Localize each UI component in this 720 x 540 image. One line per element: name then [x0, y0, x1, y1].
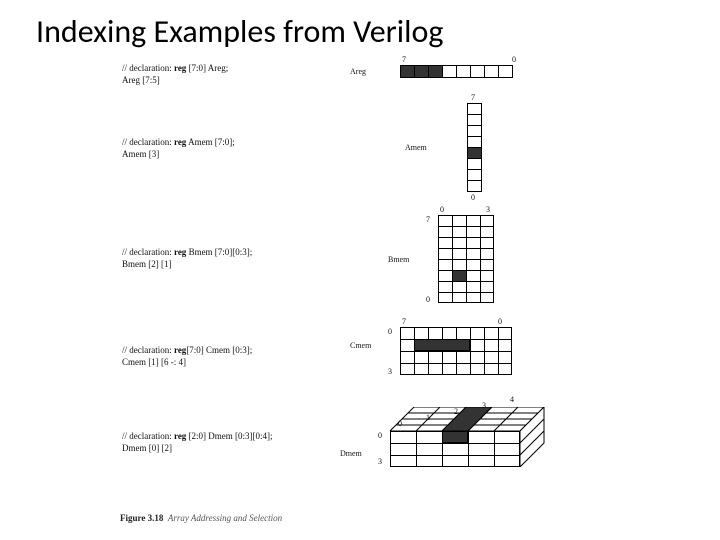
tick-label: 0 [440, 205, 444, 214]
gridline [416, 431, 417, 467]
bit-cell [456, 65, 471, 78]
gridline [438, 248, 494, 249]
bit-cell [484, 65, 499, 78]
cube-side [520, 407, 550, 467]
decl-dmem: // declaration: reg [2:0] Dmem [0:3][0:4… [122, 431, 273, 454]
content-area: // declaration: reg [7:0] Areg; Areg [7:… [0, 57, 720, 527]
tick-label: 3 [388, 367, 392, 376]
bit-cell [470, 65, 485, 78]
gridline [438, 226, 494, 227]
decl-bmem: // declaration: reg Bmem [7:0][0:3]; Bme… [122, 247, 252, 270]
bit-cell [428, 65, 443, 78]
tick-label: 4 [510, 395, 514, 404]
tick-label: 0 [426, 295, 430, 304]
tick-label: 0 [398, 419, 402, 428]
tick-label: 7 [402, 317, 406, 326]
tick-label: 0 [471, 193, 475, 202]
tick-label: 7 [471, 93, 475, 102]
var-name: Cmem [350, 341, 371, 350]
gridline [494, 431, 495, 467]
tick-label: 7 [426, 215, 430, 224]
decl-amem: // declaration: reg Amem [7:0]; Amem [3] [122, 137, 235, 160]
var-name: Bmem [388, 255, 409, 264]
mem-cell [467, 180, 482, 192]
figure-caption: Figure 3.18 Array Addressing and Selecti… [120, 513, 282, 523]
decl-cmem: // declaration: reg[7:0] Cmem [0:3]; Cme… [122, 345, 252, 368]
tick-label: 2 [454, 407, 458, 416]
gridline [400, 363, 512, 364]
gridline [438, 259, 494, 260]
tick-label: 0 [512, 55, 516, 64]
gridline [468, 431, 469, 467]
tick-label: 0 [498, 317, 502, 326]
gridline [400, 351, 512, 352]
mem-cell-selected-top [442, 407, 494, 433]
bit-cell [498, 65, 513, 78]
gridline [438, 292, 494, 293]
mem-slice-selected [414, 339, 470, 351]
bit-cell [414, 65, 429, 78]
page-title: Indexing Examples from Verilog [0, 0, 720, 57]
tick-label: 3 [486, 205, 490, 214]
bit-cell [400, 65, 415, 78]
tick-label: 0 [388, 327, 392, 336]
mem-cell-selected [452, 270, 467, 282]
tick-label: 0 [378, 431, 382, 440]
tick-label: 3 [378, 457, 382, 466]
var-name: Dmem [340, 449, 362, 458]
var-name: Areg [350, 67, 366, 76]
tick-label: 3 [482, 401, 486, 410]
gridline [438, 237, 494, 238]
tick-label: 7 [402, 55, 406, 64]
decl-areg: // declaration: reg [7:0] Areg; Areg [7:… [122, 63, 228, 86]
gridline [390, 443, 520, 444]
tick-label: 1 [426, 413, 430, 422]
bit-cell [442, 65, 457, 78]
gridline [390, 455, 520, 456]
var-name: Amem [405, 143, 427, 152]
